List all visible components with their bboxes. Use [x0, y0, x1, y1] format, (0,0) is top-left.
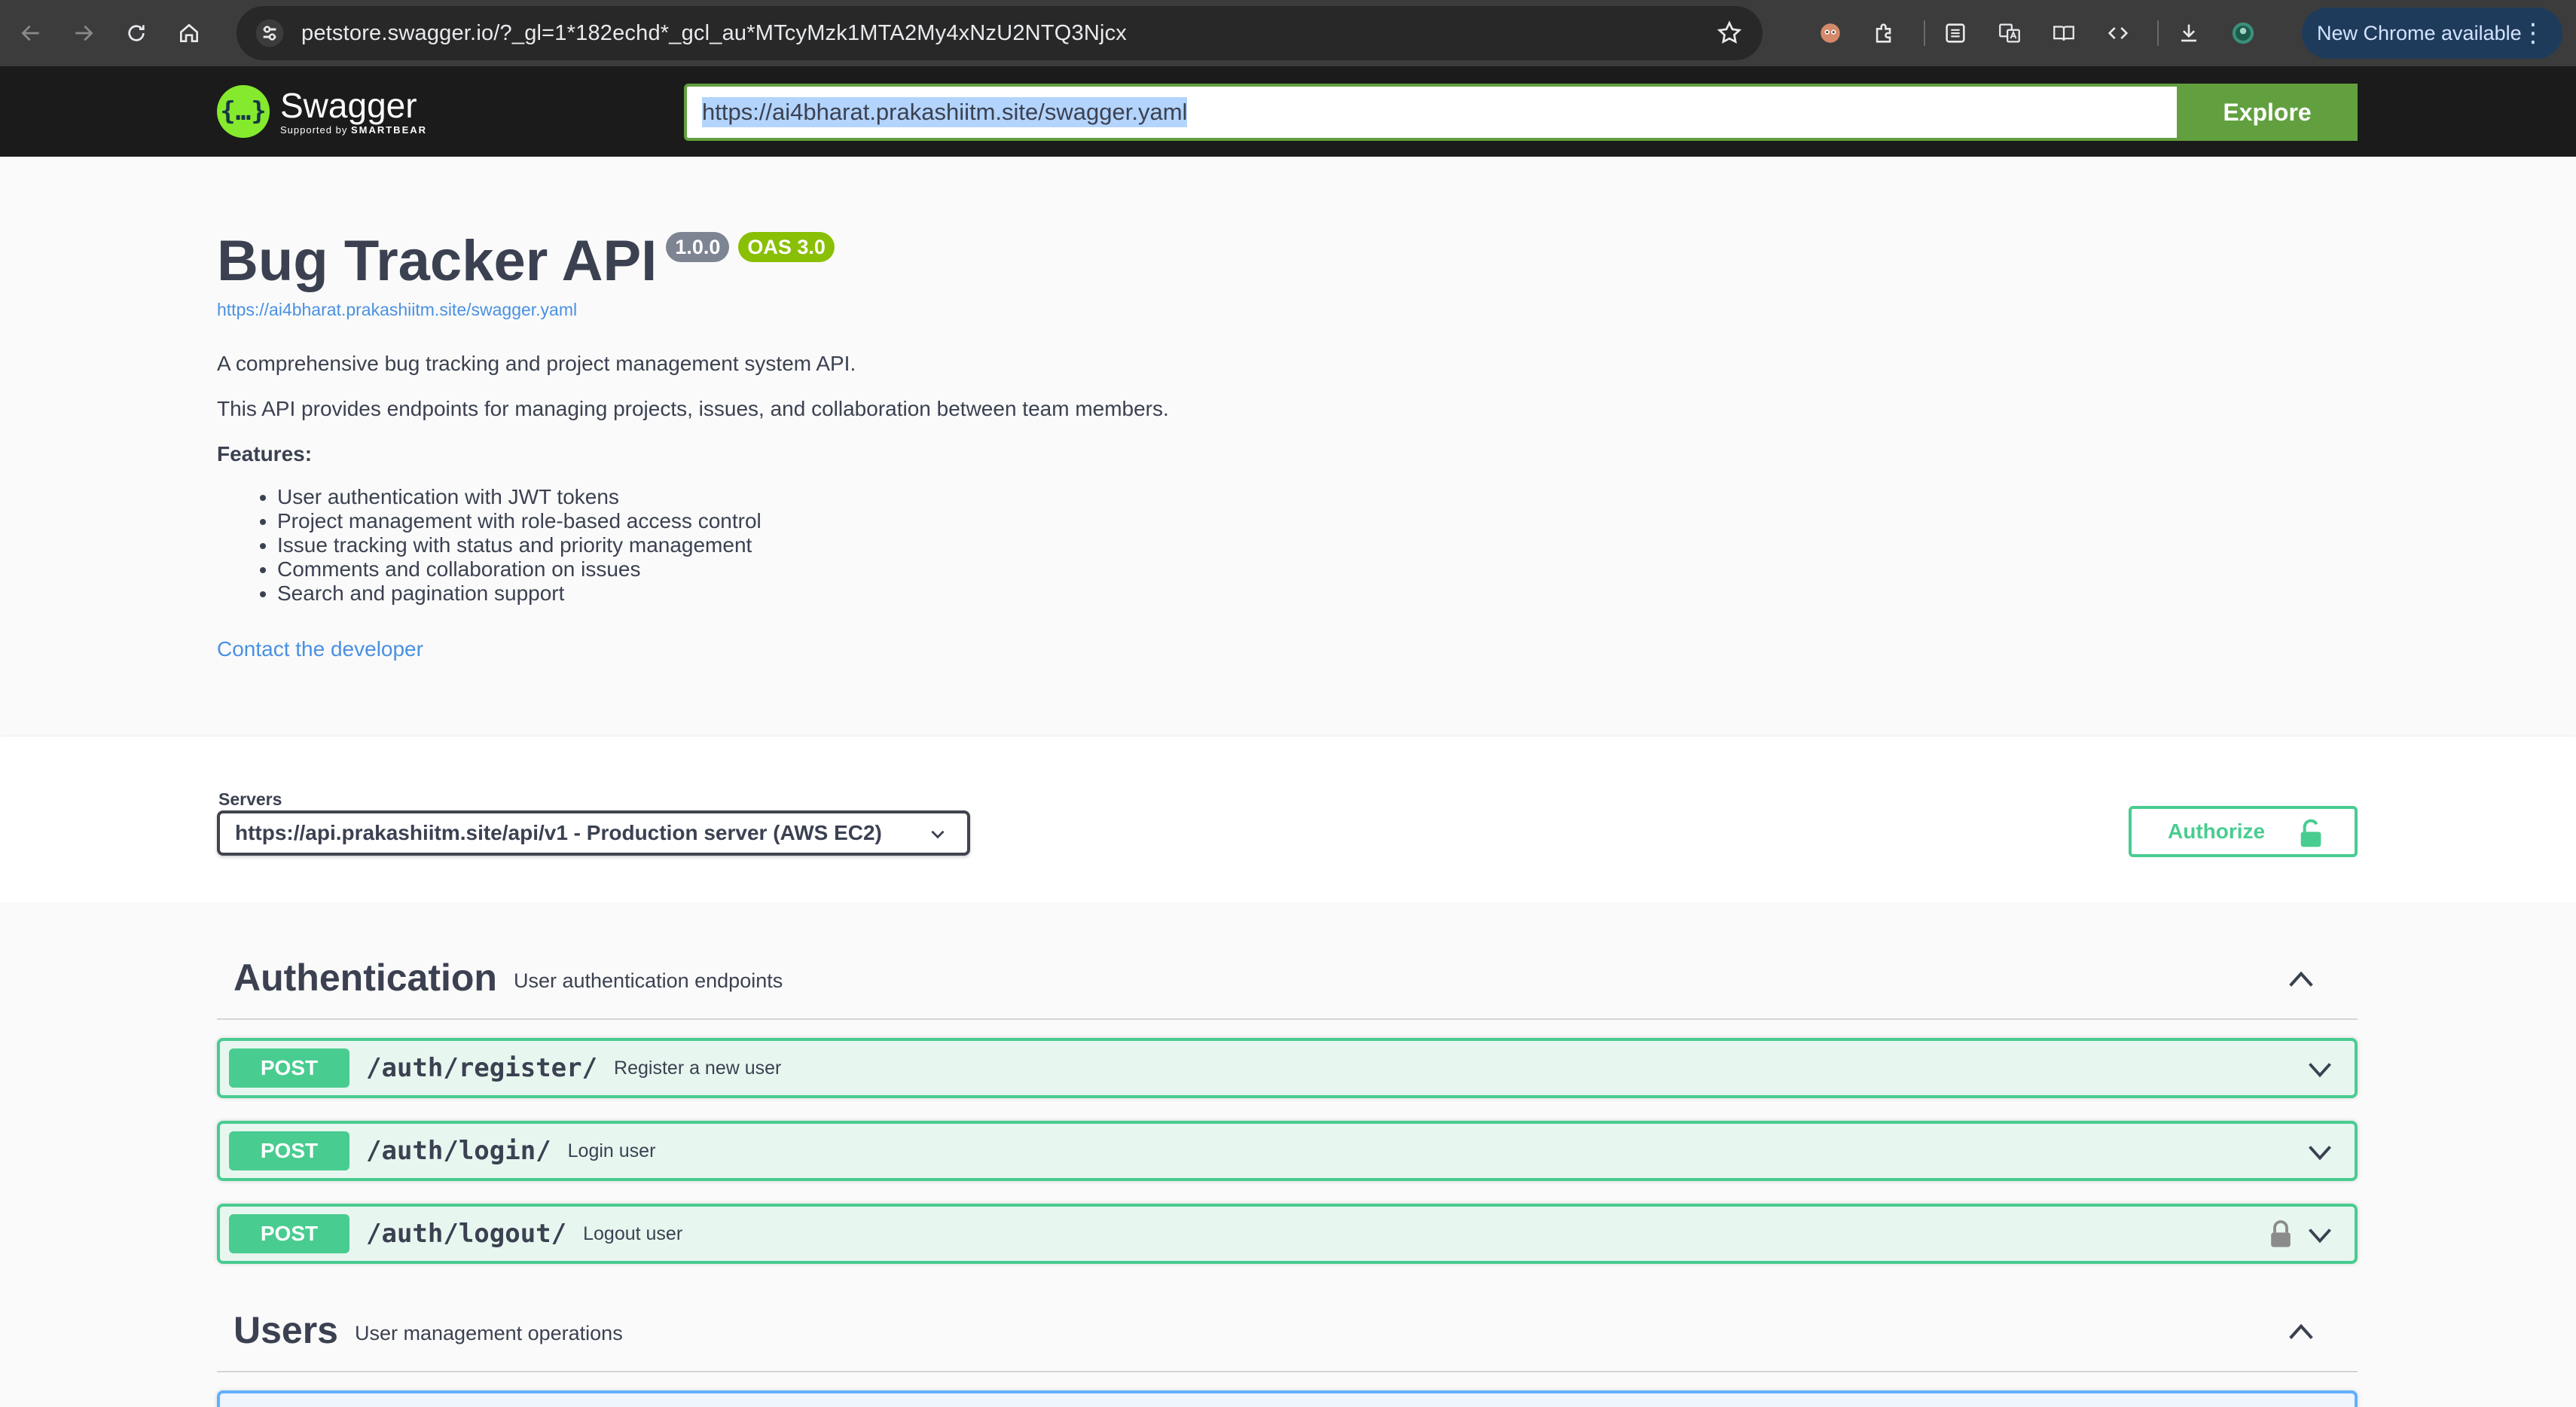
- servers-label: Servers: [218, 789, 282, 809]
- features-heading: Features:: [217, 442, 313, 465]
- download-icon: [2181, 24, 2196, 42]
- lock-icon[interactable]: [2269, 1219, 2293, 1249]
- api-title: Bug Tracker API: [217, 229, 658, 293]
- explore-button[interactable]: Explore: [2177, 84, 2358, 141]
- chevron-down-icon[interactable]: [2306, 1225, 2333, 1246]
- forward-arrow-icon: [75, 25, 93, 41]
- logo-name: Swagger: [280, 85, 417, 125]
- method-badge: POST: [229, 1131, 349, 1170]
- browser-toolbar: petstore.swagger.io/?_gl=1*182echd*_gcl_…: [0, 0, 2576, 66]
- logo-sub-brand: SMARTBEAR: [350, 124, 428, 136]
- back-button[interactable]: [9, 11, 53, 55]
- operation-users-partial[interactable]: [217, 1390, 2358, 1407]
- operation-path: /auth/login/: [366, 1136, 551, 1166]
- operation-path: /auth/register/: [366, 1053, 598, 1083]
- tag-header-authentication[interactable]: Authentication User authentication endpo…: [217, 937, 2358, 1020]
- servers-section: Servers https://api.prakashiitm.site/api…: [0, 737, 2576, 902]
- features-list: User authentication with JWT tokens Proj…: [277, 485, 1169, 606]
- tag-header-users[interactable]: Users User management operations: [217, 1289, 2358, 1372]
- tag-description: User authentication endpoints: [513, 969, 783, 992]
- profile-avatar-icon: [2232, 22, 2254, 44]
- operation-auth-logout[interactable]: POST /auth/logout/ Logout user: [217, 1204, 2358, 1264]
- devtools-button[interactable]: [2095, 11, 2141, 56]
- logo-sub-prefix: Supported by: [280, 124, 348, 136]
- code-icon: [2107, 27, 2129, 39]
- update-chrome-label: New Chrome available: [2317, 21, 2522, 44]
- spec-url-value: https://ai4bharat.prakashiitm.site/swagg…: [702, 97, 1188, 127]
- feature-item: Project management with role-based acces…: [277, 509, 1169, 533]
- version-badge: 1.0.0: [666, 232, 730, 262]
- chevron-down-icon[interactable]: [2306, 1059, 2333, 1080]
- api-description: A comprehensive bug tracking and project…: [217, 351, 1169, 606]
- tab-search-button[interactable]: [1933, 11, 1978, 56]
- feature-item: Issue tracking with status and priority …: [277, 533, 1169, 557]
- servers-select[interactable]: https://api.prakashiitm.site/api/v1 - Pr…: [217, 810, 970, 856]
- feature-item: Search and pagination support: [277, 581, 1169, 606]
- description-line-2: This API provides endpoints for managing…: [217, 397, 1169, 420]
- site-settings-icon[interactable]: [255, 18, 285, 48]
- reload-icon: [128, 25, 145, 41]
- tag-name: Users: [233, 1309, 338, 1351]
- swagger-logo[interactable]: {…} Swagger Supported by SMARTBEAR: [217, 80, 427, 143]
- description-line-1: A comprehensive bug tracking and project…: [217, 352, 856, 375]
- menu-dots-icon[interactable]: ⋮: [2520, 18, 2546, 48]
- api-info-section: Bug Tracker API 1.0.0 OAS 3.0 https://ai…: [0, 157, 2576, 737]
- extensions-button[interactable]: [1862, 11, 1907, 56]
- translate-icon: [1999, 23, 2020, 43]
- chevron-down-icon[interactable]: [2306, 1142, 2333, 1163]
- reload-button[interactable]: [114, 11, 158, 55]
- swagger-logo-icon: {…}: [217, 85, 270, 138]
- method-badge: POST: [229, 1048, 349, 1088]
- chevron-down-icon: [931, 830, 945, 839]
- reading-mode-icon: [2053, 26, 2074, 41]
- address-bar[interactable]: petstore.swagger.io/?_gl=1*182echd*_gcl_…: [237, 6, 1763, 60]
- translate-button[interactable]: [1987, 11, 2032, 56]
- tag-description: User management operations: [355, 1321, 623, 1344]
- method-badge: POST: [229, 1214, 349, 1253]
- feature-item: User authentication with JWT tokens: [277, 485, 1169, 509]
- operation-summary: Logout user: [583, 1222, 683, 1244]
- servers-selected-value: https://api.prakashiitm.site/api/v1 - Pr…: [235, 821, 882, 844]
- extension-avatar-button[interactable]: [1808, 11, 1853, 56]
- operations-section: Authentication User authentication endpo…: [0, 902, 2576, 1407]
- contact-developer-link[interactable]: Contact the developer: [217, 637, 423, 661]
- authorize-label: Authorize: [2168, 819, 2266, 843]
- back-arrow-icon: [21, 25, 39, 41]
- url-text: petstore.swagger.io/?_gl=1*182echd*_gcl_…: [301, 20, 1128, 45]
- spec-url-input[interactable]: https://ai4bharat.prakashiitm.site/swagg…: [684, 84, 2358, 141]
- chevron-up-icon[interactable]: [2287, 1320, 2315, 1342]
- extension-face-icon: [1821, 23, 1840, 43]
- profile-button[interactable]: [2220, 11, 2266, 56]
- spec-link[interactable]: https://ai4bharat.prakashiitm.site/swagg…: [217, 300, 577, 320]
- home-button[interactable]: [167, 11, 211, 55]
- feature-item: Comments and collaboration on issues: [277, 557, 1169, 581]
- operation-path: /auth/logout/: [366, 1219, 567, 1249]
- toolbar-divider: [1924, 20, 1925, 46]
- logo-subtitle: Supported by SMARTBEAR: [280, 124, 427, 136]
- chevron-up-icon[interactable]: [2287, 967, 2315, 990]
- downloads-button[interactable]: [2166, 11, 2211, 56]
- update-chrome-button[interactable]: New Chrome available ⋮: [2302, 8, 2562, 59]
- operation-auth-login[interactable]: POST /auth/login/ Login user: [217, 1121, 2358, 1181]
- title-row: Bug Tracker API 1.0.0 OAS 3.0: [217, 229, 835, 294]
- unlocked-lock-icon: [2300, 819, 2321, 847]
- forward-button[interactable]: [62, 11, 105, 55]
- operation-summary: Register a new user: [614, 1057, 782, 1079]
- swagger-logo-text: Swagger Supported by SMARTBEAR: [280, 88, 427, 136]
- home-icon: [180, 23, 198, 42]
- toolbar-divider: [2157, 20, 2159, 46]
- tag-name: Authentication: [233, 957, 497, 999]
- operation-auth-register[interactable]: POST /auth/register/ Register a new user: [217, 1038, 2358, 1098]
- oas-badge: OAS 3.0: [738, 232, 835, 262]
- extension-icon: [1876, 23, 1891, 43]
- reading-mode-button[interactable]: [2041, 11, 2086, 56]
- operation-summary: Login user: [567, 1140, 656, 1161]
- toolbar-icons: [1808, 11, 2275, 56]
- authorize-button[interactable]: Authorize: [2129, 806, 2358, 857]
- list-panel-icon: [1946, 23, 1965, 43]
- bookmark-star-icon[interactable]: [1716, 20, 1743, 47]
